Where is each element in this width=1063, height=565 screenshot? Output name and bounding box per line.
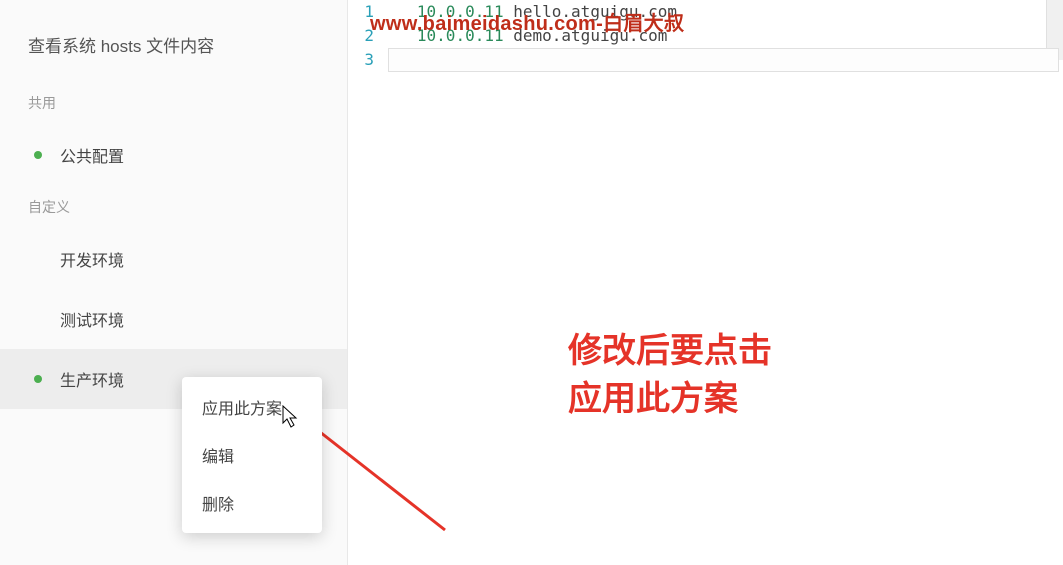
editor-area[interactable]: 1 10.0.0.11 hello.atguigu.com 2 10.0.0.1…	[348, 0, 1063, 565]
sidebar-item-label: 测试环境	[60, 307, 124, 331]
line-number: 1	[348, 0, 388, 24]
sidebar-item-public-config[interactable]: 公共配置	[0, 125, 347, 185]
editor-line-current: 3	[348, 48, 1063, 72]
line-number: 3	[348, 48, 388, 72]
menu-item-edit[interactable]: 编辑	[182, 431, 322, 479]
section-label-custom: 自定义	[0, 185, 347, 229]
code-text[interactable]: 10.0.0.11 demo.atguigu.com	[388, 24, 667, 48]
menu-item-delete[interactable]: 删除	[182, 479, 322, 527]
sidebar-item-label: 公共配置	[60, 143, 124, 167]
editor-line: 2 10.0.0.11 demo.atguigu.com	[348, 24, 1063, 48]
sidebar-item-label: 开发环境	[60, 247, 124, 271]
line-number: 2	[348, 24, 388, 48]
sidebar-item-label: 生产环境	[60, 367, 124, 391]
code-text[interactable]: 10.0.0.11 hello.atguigu.com	[388, 0, 677, 24]
sidebar-item-test[interactable]: 测试环境	[0, 289, 347, 349]
section-label-shared: 共用	[0, 81, 347, 125]
editor-line: 1 10.0.0.11 hello.atguigu.com	[348, 0, 1063, 24]
code-text[interactable]	[388, 48, 1059, 72]
sidebar-item-dev[interactable]: 开发环境	[0, 229, 347, 289]
context-menu: 应用此方案 编辑 删除	[182, 377, 322, 533]
sidebar-title: 查看系统 hosts 文件内容	[0, 8, 347, 81]
menu-item-apply[interactable]: 应用此方案	[182, 383, 322, 431]
